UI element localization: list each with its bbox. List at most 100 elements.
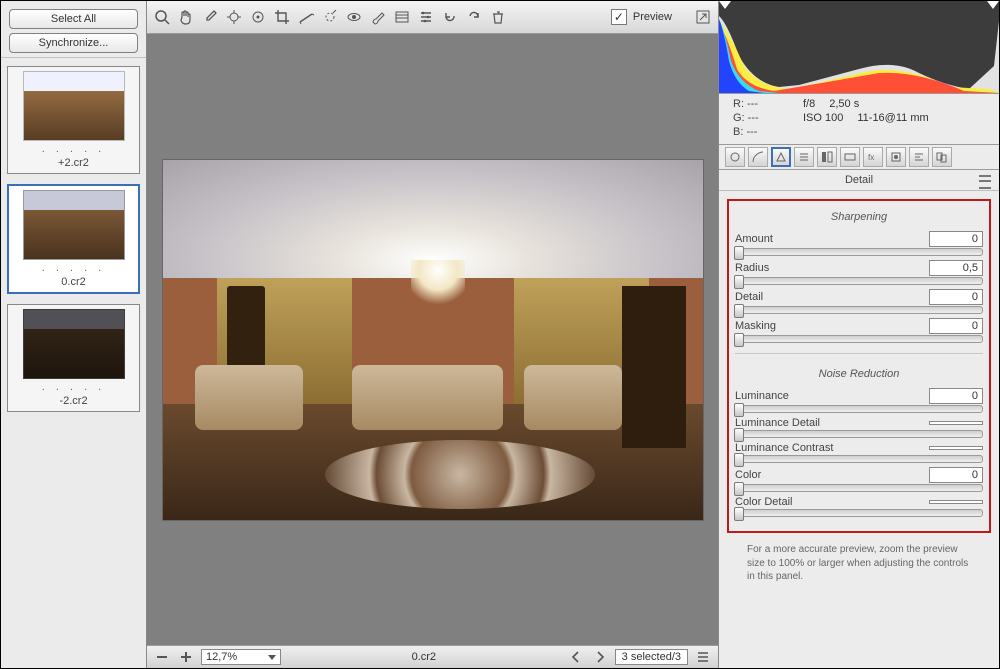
color-slider[interactable] [735,484,983,492]
masking-input[interactable]: 0 [929,318,983,334]
tool-toolbar: ✓ Preview [147,1,718,34]
detail-slider[interactable] [735,306,983,314]
panel-hint-text: For a more accurate preview, zoom the pr… [727,533,991,594]
luminance-detail-label: Luminance Detail [735,417,919,429]
luminance-contrast-label: Luminance Contrast [735,442,919,454]
adjustment-brush-icon[interactable] [369,8,387,26]
exif-aperture: f/8 [803,98,815,110]
detail-input[interactable]: 0 [929,289,983,305]
thumb-caption: +2.cr2 [58,157,89,169]
luminance-contrast-input[interactable] [929,446,983,450]
thumb-caption: -2.cr2 [59,395,87,407]
zoom-select[interactable]: 12,7% [201,649,281,665]
snapshots-tab-icon[interactable] [932,147,952,167]
zoom-stepper-plus-icon[interactable] [177,648,195,666]
hand-icon[interactable] [177,8,195,26]
synchronize-button[interactable]: Synchronize... [9,33,138,53]
radius-slider[interactable] [735,277,983,285]
curve-tab-icon[interactable] [748,147,768,167]
luminance-detail-slider[interactable] [735,430,983,438]
radius-input[interactable]: 0,5 [929,260,983,276]
thumbnail[interactable]: . . . . . +2.cr2 [7,66,140,174]
readout-r: R: --- [733,98,803,110]
luminance-detail-input[interactable] [929,421,983,425]
thumb-image [23,309,125,379]
shadow-clip-icon[interactable] [719,1,731,9]
amount-slider[interactable] [735,248,983,256]
thumb-rating: . . . . . [42,143,106,155]
lens-tab-icon[interactable] [840,147,860,167]
current-filename: 0.cr2 [287,651,561,663]
adjustment-panel: R: --- G: --- B: --- f/8 2,50 s ISO 100 … [719,1,999,668]
luminance-input[interactable]: 0 [929,388,983,404]
readout-g: G: --- [733,112,803,124]
targeted-adjust-icon[interactable] [249,8,267,26]
basic-tab-icon[interactable] [725,147,745,167]
color-input[interactable]: 0 [929,467,983,483]
color-detail-label: Color Detail [735,496,919,508]
amount-label: Amount [735,233,919,245]
panel-tabs: fx [719,145,999,170]
luminance-label: Luminance [735,390,919,402]
select-all-button[interactable]: Select All [9,9,138,29]
wb-eyedropper-icon[interactable] [201,8,219,26]
crop-icon[interactable] [273,8,291,26]
menu-icon[interactable] [694,648,712,666]
amount-input[interactable]: 0 [929,231,983,247]
exif-lens: 11-16@11 mm [857,112,928,124]
thumb-rating: . . . . . [42,381,106,393]
thumb-image [23,190,125,260]
graduated-filter-icon[interactable] [393,8,411,26]
noise-header: Noise Reduction [735,364,983,384]
preview-label: Preview [633,11,672,23]
color-detail-input[interactable] [929,500,983,504]
preview-panel: ✓ Preview 12,7% [147,1,719,668]
color-sampler-icon[interactable] [225,8,243,26]
luminance-contrast-slider[interactable] [735,455,983,463]
exif-shutter: 2,50 s [829,98,859,110]
fx-tab-icon[interactable]: fx [863,147,883,167]
luminance-slider[interactable] [735,405,983,413]
thumb-rating: . . . . . [42,262,106,274]
detail-highlight-box: Sharpening Amount 0 Radius 0,5 Detail 0 [727,199,991,533]
readout-b: B: --- [733,126,803,138]
masking-slider[interactable] [735,335,983,343]
nav-next-icon[interactable] [591,648,609,666]
open-image-icon[interactable] [694,8,712,26]
detail-tab-icon[interactable] [771,147,791,167]
zoom-stepper-minus-icon[interactable] [153,648,171,666]
radius-label: Radius [735,262,919,274]
sharpening-header: Sharpening [735,207,983,227]
color-detail-slider[interactable] [735,509,983,517]
zoom-icon[interactable] [153,8,171,26]
panel-title: Detail [719,170,999,191]
presets-tab-icon[interactable] [909,147,929,167]
chevron-down-icon [268,655,276,660]
straighten-icon[interactable] [297,8,315,26]
readout-row: R: --- G: --- B: --- f/8 2,50 s ISO 100 … [719,94,999,145]
main-preview-image[interactable] [162,159,704,521]
trash-icon[interactable] [489,8,507,26]
rotate-ccw-icon[interactable] [441,8,459,26]
histogram[interactable] [719,1,999,94]
panel-menu-icon[interactable] [979,175,991,189]
redeye-icon[interactable] [345,8,363,26]
zoom-value: 12,7% [206,651,237,663]
thumbnail[interactable]: . . . . . -2.cr2 [7,304,140,412]
rotate-cw-icon[interactable] [465,8,483,26]
bottom-bar: 12,7% 0.cr2 3 selected/3 [147,645,718,668]
prefs-icon[interactable] [417,8,435,26]
thumb-caption: 0.cr2 [61,276,85,288]
thumb-image [23,71,125,141]
svg-text:fx: fx [868,153,874,162]
hsl-tab-icon[interactable] [794,147,814,167]
nav-prev-icon[interactable] [567,648,585,666]
highlight-clip-icon[interactable] [987,1,999,9]
exif-iso: ISO 100 [803,112,843,124]
thumbnail[interactable]: . . . . . 0.cr2 [7,184,140,294]
spot-removal-icon[interactable] [321,8,339,26]
calibrate-tab-icon[interactable] [886,147,906,167]
split-tab-icon[interactable] [817,147,837,167]
preview-checkbox[interactable]: ✓ [611,9,627,25]
detail-label: Detail [735,291,919,303]
